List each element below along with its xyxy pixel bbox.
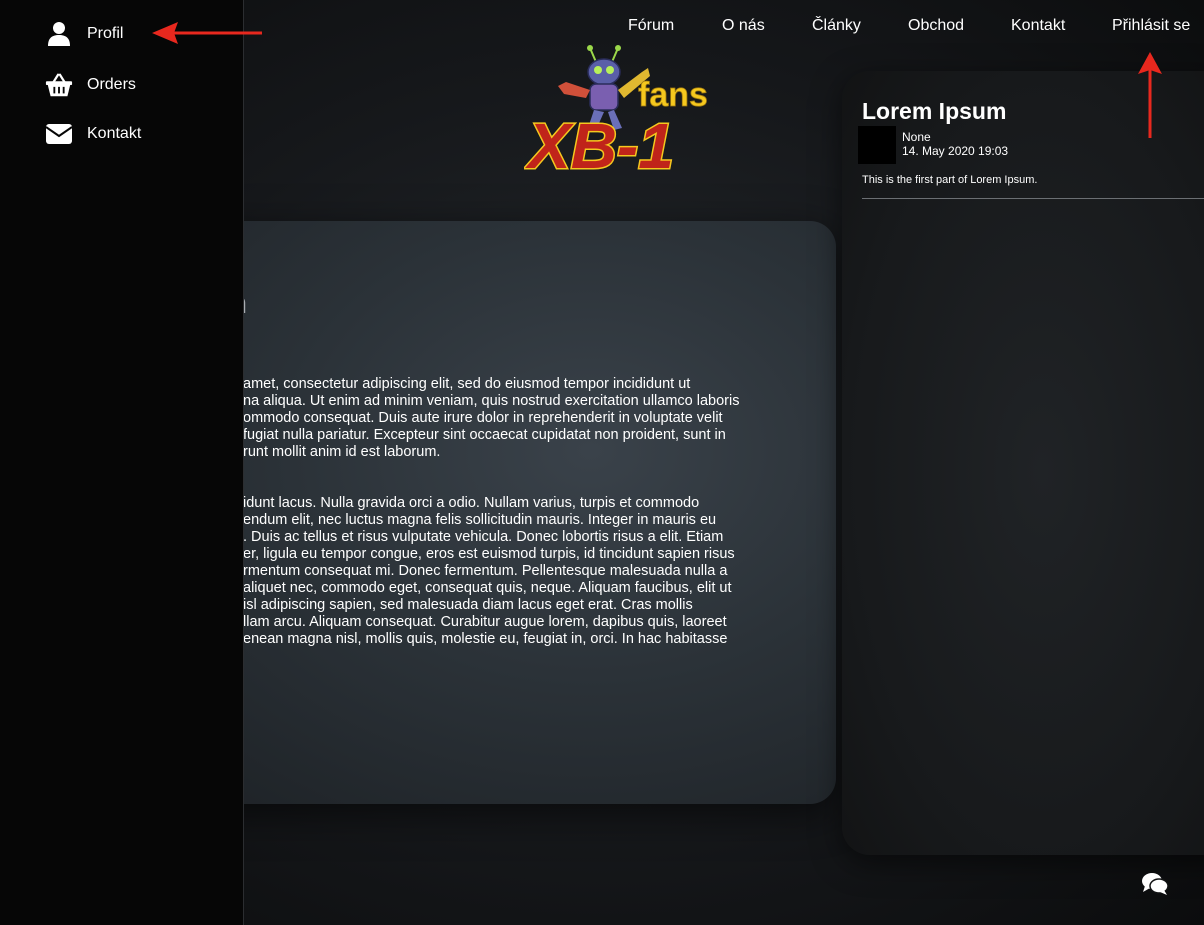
arrow-left-icon	[152, 22, 262, 44]
paragraph-line: amet, consectetur adipiscing elit, sed d…	[243, 376, 691, 392]
xb1-fans-logo-graphic: fans XB-1	[524, 45, 708, 184]
sidebar-item-label: Kontakt	[87, 125, 142, 142]
news-title[interactable]: Lorem Ipsum	[862, 98, 1006, 125]
article-paragraph-1: amet, consectetur adipiscing elit, sed d…	[243, 376, 883, 461]
nav-clanky[interactable]: Články	[812, 17, 861, 35]
top-navigation: Fórum O nás Články Obchod Kontakt Přihlá…	[244, 0, 1204, 52]
article-paragraph-2: idunt lacus. Nulla gravida orci a odio. …	[243, 495, 883, 648]
paragraph-line: llam arcu. Aliquam consequat. Curabitur …	[243, 614, 727, 630]
basket-icon	[45, 72, 73, 98]
sidebar: Profil Orders Kontakt	[0, 0, 244, 925]
sidebar-item-orders[interactable]: Orders	[45, 70, 136, 100]
sidebar-item-label: Orders	[87, 76, 136, 93]
logo-fans-text: fans	[638, 76, 708, 114]
paragraph-line: isl adipiscing sapien, sed malesuada dia…	[243, 597, 693, 613]
nav-kontakt[interactable]: Kontakt	[1011, 17, 1065, 35]
news-excerpt: This is the first part of Lorem Ipsum.	[862, 174, 1038, 186]
envelope-icon	[45, 121, 73, 147]
paragraph-line: ommodo consequat. Duis aute irure dolor …	[243, 410, 723, 426]
user-icon	[45, 21, 73, 47]
nav-obchod[interactable]: Obchod	[908, 17, 964, 35]
paragraph-line: fugiat nulla pariatur. Excepteur sint oc…	[243, 427, 726, 443]
nav-login[interactable]: Přihlásit se	[1112, 17, 1190, 35]
nav-o-nas[interactable]: O nás	[722, 17, 765, 35]
paragraph-line: enean magna nisl, mollis quis, molestie …	[243, 631, 728, 647]
paragraph-line: idunt lacus. Nulla gravida orci a odio. …	[243, 495, 700, 511]
paragraph-line: er, ligula eu tempor congue, eros est eu…	[243, 546, 735, 562]
site-logo[interactable]: fans XB-1	[524, 44, 724, 184]
news-author: None	[902, 130, 931, 144]
chat-icon[interactable]	[1141, 871, 1169, 897]
logo-xb1-text: XB-1	[525, 110, 674, 178]
paragraph-line: aliquet nec, commodo eget, consequat qui…	[243, 580, 732, 596]
sidebar-item-label: Profil	[87, 25, 124, 42]
news-panel: Lorem Ipsum None 14. May 2020 19:03 This…	[842, 71, 1204, 855]
news-date: 14. May 2020 19:03	[902, 144, 1009, 158]
sidebar-item-kontakt[interactable]: Kontakt	[45, 119, 141, 149]
arrow-up-icon	[1138, 52, 1162, 138]
paragraph-line: runt mollit anim id est laborum.	[243, 444, 441, 460]
sidebar-item-profil[interactable]: Profil	[45, 19, 123, 49]
paragraph-line: na aliqua. Ut enim ad minim veniam, quis…	[243, 393, 740, 409]
nav-forum[interactable]: Fórum	[628, 17, 674, 35]
author-avatar	[858, 126, 896, 164]
paragraph-line: rmentum consequat mi. Donec fermentum. P…	[243, 563, 728, 579]
paragraph-line: . Duis ac tellus et risus vulputate vehi…	[243, 529, 724, 545]
news-divider	[862, 198, 1204, 199]
paragraph-line: endum elit, nec luctus magna felis solli…	[243, 512, 717, 528]
